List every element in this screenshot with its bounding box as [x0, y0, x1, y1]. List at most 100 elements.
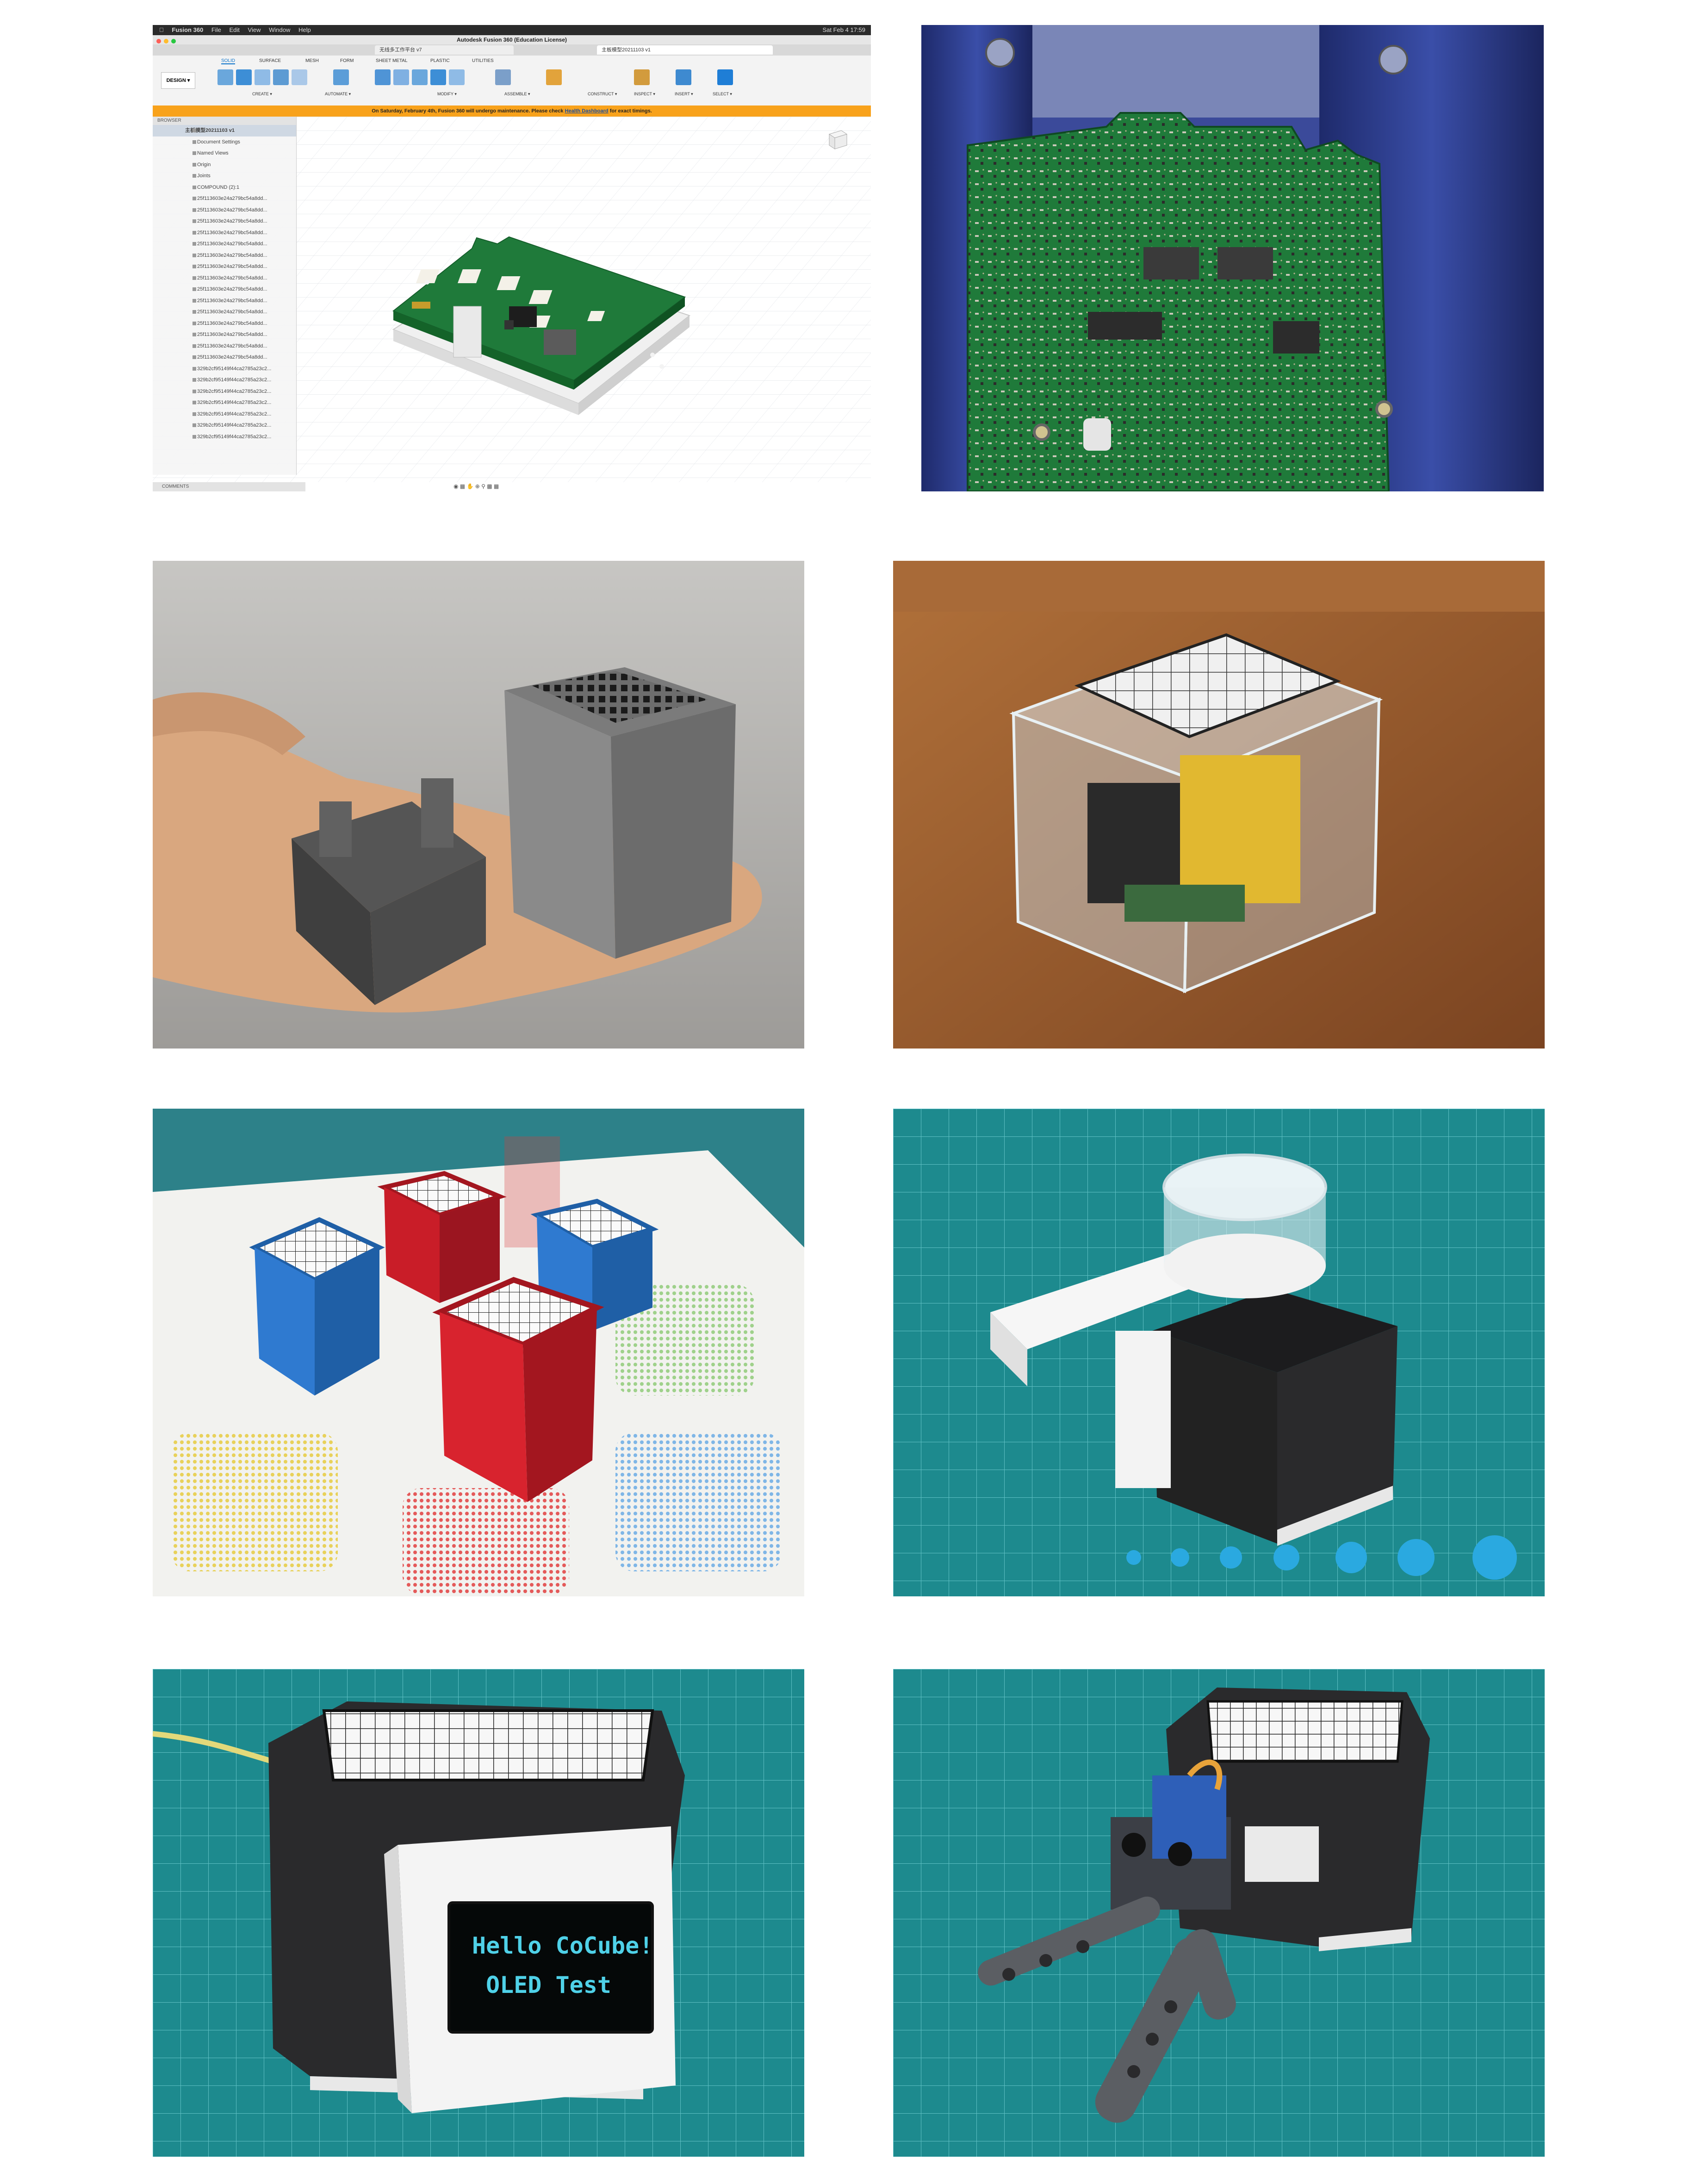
viewcube-icon[interactable]	[823, 124, 852, 154]
browser-item[interactable]: 329b2cf95149f44ca2785a23c2...	[153, 397, 296, 409]
close-window-button[interactable]	[156, 39, 161, 43]
navigation-bar[interactable]: ◉ ▦ ✋ ⊕ ⚲ ▩ ▦	[453, 483, 499, 490]
oled-cube-photo: Hello CoCube! OLED Test	[153, 1669, 804, 2157]
app-name[interactable]: Fusion 360	[172, 26, 203, 33]
move-icon[interactable]	[449, 69, 465, 85]
window-title: Autodesk Fusion 360 (Education License)	[153, 35, 871, 44]
browser-item[interactable]: 25f113603e24a279bc54a8dd...	[153, 227, 296, 239]
tab-document-2[interactable]: 主板模型20211103 v1	[597, 45, 773, 55]
inspect-menu[interactable]: INSPECT ▾	[634, 92, 655, 97]
assemble-menu[interactable]: ASSEMBLE ▾	[504, 92, 530, 97]
shell-icon[interactable]	[430, 69, 446, 85]
banner-tail: for exact timings.	[609, 108, 652, 114]
create-menu[interactable]: CREATE ▾	[252, 92, 272, 97]
printed-cube-image	[153, 561, 804, 1049]
browser-item[interactable]: 329b2cf95149f44ca2785a23c2...	[153, 374, 296, 386]
joint-icon[interactable]	[495, 69, 511, 85]
press-pull-icon[interactable]	[375, 69, 391, 85]
pcb-fixture-image	[921, 25, 1544, 491]
tab-form[interactable]: FORM	[340, 58, 354, 63]
browser-item[interactable]: 25f113603e24a279bc54a8dd...	[153, 318, 296, 329]
browser-item[interactable]: 25f113603e24a279bc54a8dd...	[153, 352, 296, 363]
tab-sheet-metal[interactable]: SHEET METAL	[376, 58, 408, 63]
browser-item[interactable]: 329b2cf95149f44ca2785a23c2...	[153, 409, 296, 420]
browser-item[interactable]: 25f113603e24a279bc54a8dd...	[153, 216, 296, 227]
extrude-icon[interactable]	[236, 69, 252, 85]
pcb-photo	[921, 25, 1544, 491]
browser-item[interactable]: COMPOUND (2):1	[153, 182, 296, 193]
browser-item[interactable]: 25f113603e24a279bc54a8dd...	[153, 306, 296, 318]
menu-view[interactable]: View	[248, 26, 261, 33]
oled-line-2: OLED Test	[486, 1972, 611, 1998]
fusion360-screenshot:  Fusion 360 File Edit View Window Help …	[153, 25, 871, 491]
banner-text: On Saturday, February 4th, Fusion 360 wi…	[372, 108, 564, 114]
browser-item[interactable]: Named Views	[153, 148, 296, 159]
insert-menu[interactable]: INSERT ▾	[675, 92, 693, 97]
browser-item[interactable]: 25f113603e24a279bc54a8dd...	[153, 261, 296, 273]
tab-document-1[interactable]: 无线多工作平台 v7	[375, 45, 514, 55]
mac-menubar:  Fusion 360 File Edit View Window Help …	[153, 25, 871, 35]
browser-item[interactable]: 25f113603e24a279bc54a8dd...	[153, 329, 296, 341]
browser-panel: BROWSER 主板模型20211103 v1 Document Setting…	[153, 117, 297, 475]
oled-line-1: Hello CoCube!	[472, 1932, 653, 1959]
oled-cube-image: Hello CoCube! OLED Test	[153, 1669, 804, 2157]
browser-item[interactable]: 25f113603e24a279bc54a8dd...	[153, 341, 296, 352]
new-sketch-icon[interactable]	[217, 69, 233, 85]
tab-solid[interactable]: SOLID	[221, 58, 236, 64]
insert-image-icon[interactable]	[676, 69, 691, 85]
fillet-icon[interactable]	[393, 69, 409, 85]
select-menu[interactable]: SELECT ▾	[713, 92, 732, 97]
cup-attachment-photo	[893, 1109, 1545, 1596]
modify-menu[interactable]: MODIFY ▾	[437, 92, 457, 97]
browser-item[interactable]: Origin	[153, 159, 296, 171]
menu-window[interactable]: Window	[269, 26, 290, 33]
minimize-window-button[interactable]	[164, 39, 168, 43]
transparent-cube-photo	[893, 561, 1545, 1049]
tab-plastic[interactable]: PLASTIC	[430, 58, 450, 63]
menu-file[interactable]: File	[211, 26, 221, 33]
clock: Sat Feb 4 17:59	[822, 26, 865, 33]
browser-item[interactable]: 25f113603e24a279bc54a8dd...	[153, 284, 296, 295]
offset-plane-icon[interactable]	[546, 69, 562, 85]
pattern-icon[interactable]	[292, 69, 307, 85]
browser-item[interactable]: 25f113603e24a279bc54a8dd...	[153, 193, 296, 205]
prototype-hand-photo	[153, 561, 804, 1049]
automate-icon[interactable]	[333, 69, 349, 85]
colored-cubes-photo	[153, 1109, 804, 1596]
measure-icon[interactable]	[634, 69, 650, 85]
automate-menu[interactable]: AUTOMATE ▾	[325, 92, 351, 97]
browser-item[interactable]: 25f113603e24a279bc54a8dd...	[153, 238, 296, 250]
browser-item[interactable]: 329b2cf95149f44ca2785a23c2...	[153, 420, 296, 431]
tab-utilities[interactable]: UTILITIES	[472, 58, 494, 63]
browser-item[interactable]: 329b2cf95149f44ca2785a23c2...	[153, 386, 296, 397]
health-dashboard-link[interactable]: Health Dashboard	[565, 108, 609, 114]
design-workspace-button[interactable]: DESIGN ▾	[161, 72, 195, 89]
comments-panel[interactable]: COMMENTS	[153, 482, 305, 491]
apple-icon[interactable]: 	[159, 26, 164, 33]
browser-root-node[interactable]: 主板模型20211103 v1	[153, 125, 296, 136]
construct-menu[interactable]: CONSTRUCT ▾	[588, 92, 617, 97]
gripper-cube-image	[893, 1669, 1545, 2157]
browser-item[interactable]: Joints	[153, 170, 296, 182]
browser-item[interactable]: Document Settings	[153, 136, 296, 148]
select-icon[interactable]	[717, 69, 733, 85]
browser-item[interactable]: 329b2cf95149f44ca2785a23c2...	[153, 431, 296, 443]
revolve-icon[interactable]	[255, 69, 270, 85]
browser-item[interactable]: 25f113603e24a279bc54a8dd...	[153, 273, 296, 284]
maintenance-banner: On Saturday, February 4th, Fusion 360 wi…	[153, 105, 871, 117]
red-blue-cubes-image	[153, 1109, 804, 1596]
tab-surface[interactable]: SURFACE	[259, 58, 281, 63]
chamfer-icon[interactable]	[412, 69, 428, 85]
clear-cube-image	[893, 561, 1545, 1049]
tab-mesh[interactable]: MESH	[305, 58, 319, 63]
hole-icon[interactable]	[273, 69, 289, 85]
menu-help[interactable]: Help	[298, 26, 311, 33]
browser-item[interactable]: 25f113603e24a279bc54a8dd...	[153, 205, 296, 216]
browser-item[interactable]: 25f113603e24a279bc54a8dd...	[153, 250, 296, 261]
browser-header[interactable]: BROWSER	[153, 117, 296, 125]
browser-item[interactable]: 329b2cf95149f44ca2785a23c2...	[153, 363, 296, 375]
toolbar-ribbon: DESIGN ▾ SOLID SURFACE MESH FORM SHEET M…	[153, 56, 871, 106]
menu-edit[interactable]: Edit	[230, 26, 240, 33]
zoom-window-button[interactable]	[171, 39, 176, 43]
browser-item[interactable]: 25f113603e24a279bc54a8dd...	[153, 295, 296, 307]
